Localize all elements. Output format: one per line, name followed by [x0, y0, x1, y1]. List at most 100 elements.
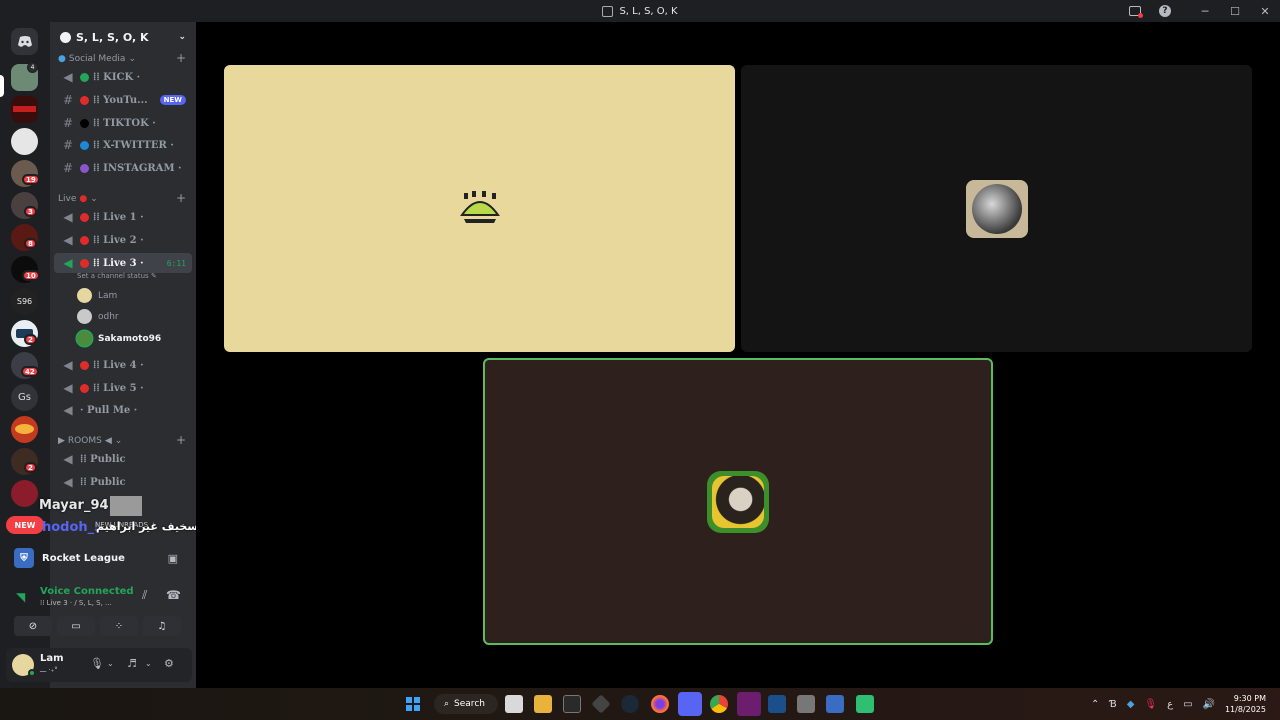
participant-tile-sakamoto96[interactable]: [483, 358, 993, 645]
chevron-down-icon: ⌄: [114, 436, 123, 446]
title-bar: S, L, S, O, K ? ─ ☐ ✕: [0, 0, 1280, 22]
discord-taskbar-icon[interactable]: [678, 692, 702, 716]
steam-icon[interactable]: [621, 695, 639, 713]
signal-icon[interactable]: ◥: [16, 590, 25, 604]
add-channel-button[interactable]: +: [176, 51, 186, 65]
server-8[interactable]: S96: [11, 288, 38, 315]
channel-live-3[interactable]: ◀ ⁞⁞ Live 3 · 6:11: [54, 253, 192, 273]
voice-user[interactable]: odhr: [77, 309, 119, 324]
server-2[interactable]: [11, 96, 38, 123]
maximize-button[interactable]: ☐: [1220, 0, 1250, 22]
server-header[interactable]: S, L, S, O, K ⌄: [50, 22, 196, 52]
server-3[interactable]: [11, 128, 38, 155]
channel-youtube[interactable]: # ⁞⁞ YouTu... NEW: [54, 90, 192, 110]
activity-panel[interactable]: ⛨ Rocket League ▣: [6, 542, 192, 574]
new-badge: NEW: [159, 95, 186, 105]
epic-games-icon[interactable]: [563, 695, 581, 713]
red-dot-icon: ●: [79, 194, 88, 204]
chrome-icon[interactable]: [710, 695, 728, 713]
network-icon[interactable]: ▭: [1183, 699, 1192, 710]
disconnect-icon[interactable]: ☎: [166, 588, 181, 602]
activities-button[interactable]: ⁘: [100, 616, 138, 636]
voice-panel: ◥ Voice Connected ⁞⁞ Live 3 · / S, L, S,…: [6, 578, 192, 642]
task-view-icon[interactable]: [505, 695, 523, 713]
camera-off-button[interactable]: ⊘: [14, 616, 52, 636]
channel-instagram[interactable]: # ⁞⁞ INSTAGRAM ·: [54, 158, 192, 178]
tray-app-icon[interactable]: ◆: [1127, 699, 1135, 710]
chevron-down-icon[interactable]: ⌄: [107, 659, 114, 668]
caret-left-icon: ◀: [104, 436, 112, 446]
add-channel-button[interactable]: +: [176, 191, 186, 205]
chevron-down-icon: ⌄: [90, 194, 98, 204]
overlay-username-2: hodoh_i: [42, 520, 99, 535]
minimize-button[interactable]: ─: [1190, 0, 1220, 22]
app-icon[interactable]: [591, 694, 611, 714]
taskbar-clock[interactable]: 9:30 PM 11/8/2025: [1225, 693, 1266, 715]
file-explorer-icon[interactable]: [534, 695, 552, 713]
channel-x-twitter[interactable]: # ⁞⁞ X-TWITTER ·: [54, 135, 192, 155]
category-rooms[interactable]: ▶ ROOMS ◀ ⌄: [58, 436, 122, 446]
windows-taskbar: ⌕ Search ⌃ Ɓ ◆ 🎙 ع ▭ 🔊 9:30 PM 11/8/2025: [0, 688, 1280, 720]
channel-live-2[interactable]: ◀ ⁞⁞ Live 2 ·: [54, 230, 192, 250]
help-icon[interactable]: ?: [1150, 0, 1180, 22]
microphone-icon[interactable]: 🎙: [1144, 699, 1157, 710]
share-screen-button[interactable]: ▭: [57, 616, 95, 636]
speaker-icon: ◀: [63, 403, 73, 417]
channel-tiktok[interactable]: # ⁞⁞ TIKTOK ·: [54, 113, 192, 133]
channel-pull-me[interactable]: ◀ · Pull Me ·: [54, 400, 192, 420]
channel-public-2[interactable]: ◀ ⁞⁞ Public: [54, 472, 192, 492]
inbox-icon[interactable]: [1120, 0, 1150, 22]
noise-suppression-icon[interactable]: ⫽: [142, 588, 147, 603]
channel-live-4[interactable]: ◀ ⁞⁞ Live 4 ·: [54, 355, 192, 375]
stream-game-icon[interactable]: ▣: [168, 552, 178, 565]
window-title-text: S, L, S, O, K: [619, 5, 678, 17]
status-dot: [80, 383, 89, 393]
rocket-league-taskbar-icon[interactable]: [826, 695, 844, 713]
language-indicator[interactable]: ع: [1167, 699, 1173, 710]
status-dot: [80, 360, 89, 370]
avatar: [77, 331, 92, 346]
app-icon[interactable]: [768, 695, 786, 713]
unread-badge: 2: [24, 462, 37, 473]
settings-gear-icon[interactable]: ⚙: [164, 657, 174, 670]
server-14[interactable]: [11, 480, 38, 507]
voice-channel-link[interactable]: ⁞⁞ Live 3 · / S, L, S, ...: [40, 599, 112, 607]
status-dot: [80, 235, 89, 245]
globe-icon: ●: [58, 54, 66, 64]
overlay-username: Mayar_94: [39, 498, 109, 513]
category-live[interactable]: Live ● ⌄: [58, 194, 98, 204]
chevron-down-icon[interactable]: ⌄: [145, 659, 152, 668]
add-channel-button[interactable]: +: [176, 433, 186, 447]
volume-icon[interactable]: 🔊: [1203, 699, 1215, 710]
status-dot: [80, 140, 89, 150]
participant-tile-lam[interactable]: [224, 65, 735, 352]
server-gs[interactable]: Gs: [11, 384, 38, 411]
server-12[interactable]: [11, 416, 38, 443]
channel-kick[interactable]: ◀ ⁞⁞ KICK ·: [54, 67, 192, 87]
microphone-icon[interactable]: 🎙: [90, 657, 104, 670]
headphones-icon[interactable]: ♬: [127, 657, 137, 670]
channel-public-1[interactable]: ◀ ⁞⁞ Public: [54, 449, 192, 469]
windows-start-icon[interactable]: [404, 695, 422, 713]
discord-home-icon[interactable]: [11, 28, 38, 55]
voice-user[interactable]: Sakamoto96: [77, 331, 161, 346]
user-status: ـــ ·₊°: [40, 666, 58, 674]
close-button[interactable]: ✕: [1250, 0, 1280, 22]
soundboard-button[interactable]: ♫: [143, 616, 181, 636]
app-icon[interactable]: [856, 695, 874, 713]
voice-status[interactable]: Voice Connected: [40, 586, 134, 597]
tray-app-icon[interactable]: Ɓ: [1109, 699, 1116, 710]
chevron-up-icon[interactable]: ⌃: [1091, 699, 1099, 710]
participant-tile-odhr[interactable]: [741, 65, 1252, 352]
channel-live-1[interactable]: ◀ ⁞⁞ Live 1 ·: [54, 207, 192, 227]
new-unreads-pill[interactable]: NEW: [6, 516, 44, 534]
taskbar-search[interactable]: ⌕ Search: [434, 694, 498, 714]
category-social-media[interactable]: ● Social Media ⌄: [58, 54, 136, 64]
next-app-icon[interactable]: [737, 692, 761, 716]
firefox-icon[interactable]: [651, 695, 669, 713]
channel-status[interactable]: Set a channel status ✎: [77, 272, 157, 280]
unread-badge: 42: [21, 366, 39, 377]
voice-user[interactable]: Lam: [77, 288, 117, 303]
channel-live-5[interactable]: ◀ ⁞⁞ Live 5 ·: [54, 378, 192, 398]
app-icon[interactable]: [797, 695, 815, 713]
